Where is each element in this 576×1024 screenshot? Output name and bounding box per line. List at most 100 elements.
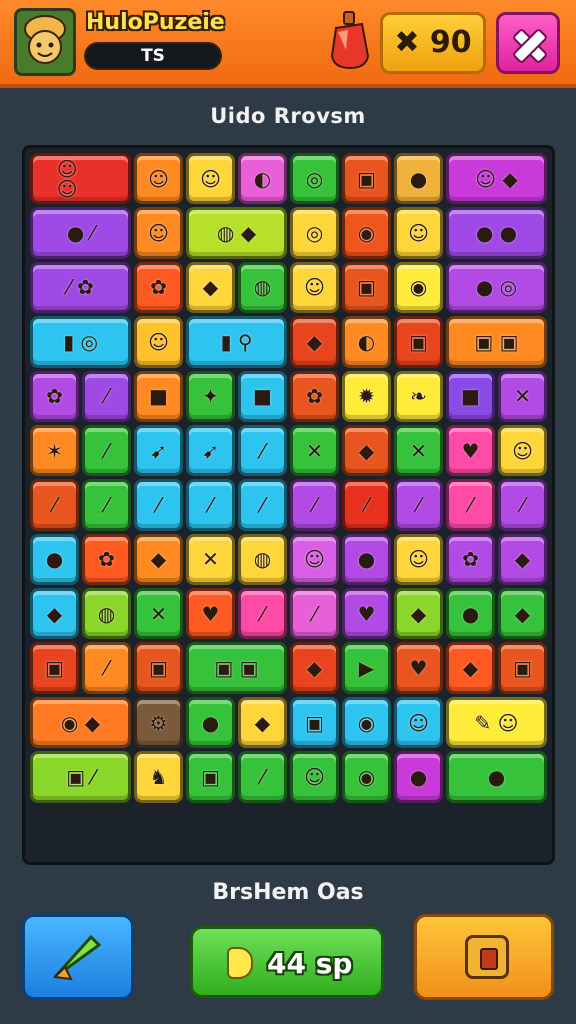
board-tile[interactable]: ✦ [186,370,235,422]
board-tile[interactable]: ☺ [290,533,339,586]
board-tile[interactable]: ▣ [30,642,79,694]
board-tile[interactable]: ⁄ [238,588,287,640]
board-tile[interactable]: ▣ [290,696,339,749]
board-tile[interactable]: ☺ [498,424,547,477]
board-tile[interactable]: ⁄ [82,424,131,477]
board-tile[interactable]: ⁄ [446,479,495,531]
board-tile[interactable]: ☺ [394,207,443,259]
board-tile[interactable]: ● [186,696,235,749]
board-tile[interactable]: ◍ [82,588,131,640]
board-tile[interactable]: ◉ [342,751,391,803]
coins-button[interactable]: 44 sp [190,926,384,998]
board-tile[interactable]: ✕ [290,424,339,477]
board-tile[interactable]: ➹ [134,424,183,477]
board-tile[interactable]: ✿ [134,261,183,314]
potion-icon[interactable] [326,10,374,74]
board-tile[interactable]: ✿ [290,370,339,422]
board-tile[interactable]: ☺ [290,261,339,314]
board-tile[interactable]: ▣ [342,261,391,314]
board-tile[interactable]: ♥ [446,424,495,477]
board-tile[interactable]: ☺ [394,696,443,749]
crossed-tools-button[interactable] [496,12,560,74]
board-tile[interactable]: ◎ [290,153,339,205]
arrow-button[interactable] [22,914,134,1000]
board-tile[interactable]: ▮ ⚲ [186,316,287,368]
board-tile[interactable]: ● [394,153,443,205]
board-tile[interactable]: ✕ [394,424,443,477]
board-tile[interactable]: ⁄ [82,479,131,531]
board-tile[interactable]: ◆ [394,588,443,640]
board-tile[interactable]: ✹ [342,370,391,422]
board-tile[interactable]: ▣ [134,642,183,694]
board-tile[interactable]: ◆ [498,533,547,586]
board-tile[interactable]: ⁄ [30,479,79,531]
board-tile[interactable]: ⁄ [134,479,183,531]
board-tile[interactable]: ◆ [498,588,547,640]
board-tile[interactable]: ◉ ◆ [30,696,131,749]
board-tile[interactable]: ⁄ [498,479,547,531]
board-tile[interactable]: ◉ [342,207,391,259]
board-tile[interactable]: ♥ [186,588,235,640]
board-tile[interactable]: ▣ ▣ [446,316,547,368]
board-tile[interactable]: ☺ ☺ [30,153,131,205]
camera-button[interactable] [414,914,554,1000]
board-tile[interactable]: ☺ [290,751,339,803]
board-tile[interactable]: ✿ [30,370,79,422]
board-tile[interactable]: ➹ [186,424,235,477]
board-tile[interactable]: ◍ [238,261,287,314]
board-tile[interactable]: ⚙ [134,696,183,749]
board-tile[interactable]: ◍ ◆ [186,207,287,259]
board-tile[interactable]: ♥ [394,642,443,694]
board-tile[interactable]: ● [30,533,79,586]
board-tile[interactable]: ▮ ◎ [30,316,131,368]
board-tile[interactable]: ♞ [134,751,183,803]
board-tile[interactable]: ◍ [238,533,287,586]
board-tile[interactable]: ◆ [290,316,339,368]
board-tile[interactable]: ⁄ [238,751,287,803]
board-tile[interactable]: ◐ [238,153,287,205]
board-tile[interactable]: ● ● [446,207,547,259]
board-tile[interactable]: ☺ [134,316,183,368]
board-tile[interactable]: ◆ [342,424,391,477]
board-tile[interactable]: ■ [134,370,183,422]
board-tile[interactable]: ● [446,588,495,640]
board-tile[interactable]: ◆ [30,588,79,640]
board-tile[interactable]: ◉ [394,261,443,314]
board-tile[interactable]: ● [446,751,547,803]
board-tile[interactable]: ⁄ [82,642,131,694]
board-tile[interactable]: ■ [238,370,287,422]
board-tile[interactable]: ● ⁄ [30,207,131,259]
board-tile[interactable]: ⁄ [290,588,339,640]
board-tile[interactable]: ▣ [498,642,547,694]
board-tile[interactable]: ▣ [186,751,235,803]
board-tile[interactable]: ⁄ ✿ [30,261,131,314]
board-tile[interactable]: ▣ ▣ [186,642,287,694]
board-tile[interactable]: ◆ [290,642,339,694]
board-tile[interactable]: ● [342,533,391,586]
board-tile[interactable]: ▣ [342,153,391,205]
board-tile[interactable]: ◐ [342,316,391,368]
board-tile[interactable]: ✕ [186,533,235,586]
board-tile[interactable]: ✎ ☺ [446,696,547,749]
board-tile[interactable]: ☺ [134,207,183,259]
board-tile[interactable]: ☺ [134,153,183,205]
board-tile[interactable]: ◎ [290,207,339,259]
board-tile[interactable]: ⁄ [238,424,287,477]
board-tile[interactable]: ◆ [446,642,495,694]
board-tile[interactable]: ◆ [134,533,183,586]
board-tile[interactable]: ▶ [342,642,391,694]
board-tile[interactable]: ⁄ [238,479,287,531]
board-tile[interactable]: ✶ [30,424,79,477]
avatar[interactable] [14,8,76,76]
board-tile[interactable]: ◆ [186,261,235,314]
board-tile[interactable]: ⁄ [342,479,391,531]
board-tile[interactable]: ⁄ [82,370,131,422]
board-tile[interactable]: ☺ [394,533,443,586]
board-tile[interactable]: ✿ [446,533,495,586]
board-tile[interactable]: ◉ [342,696,391,749]
board-tile[interactable]: ⁄ [290,479,339,531]
board-tile[interactable]: ✕ [498,370,547,422]
board-tile[interactable]: ☺ ◆ [446,153,547,205]
board-tile[interactable]: ❧ [394,370,443,422]
board-tile[interactable]: ✿ [82,533,131,586]
